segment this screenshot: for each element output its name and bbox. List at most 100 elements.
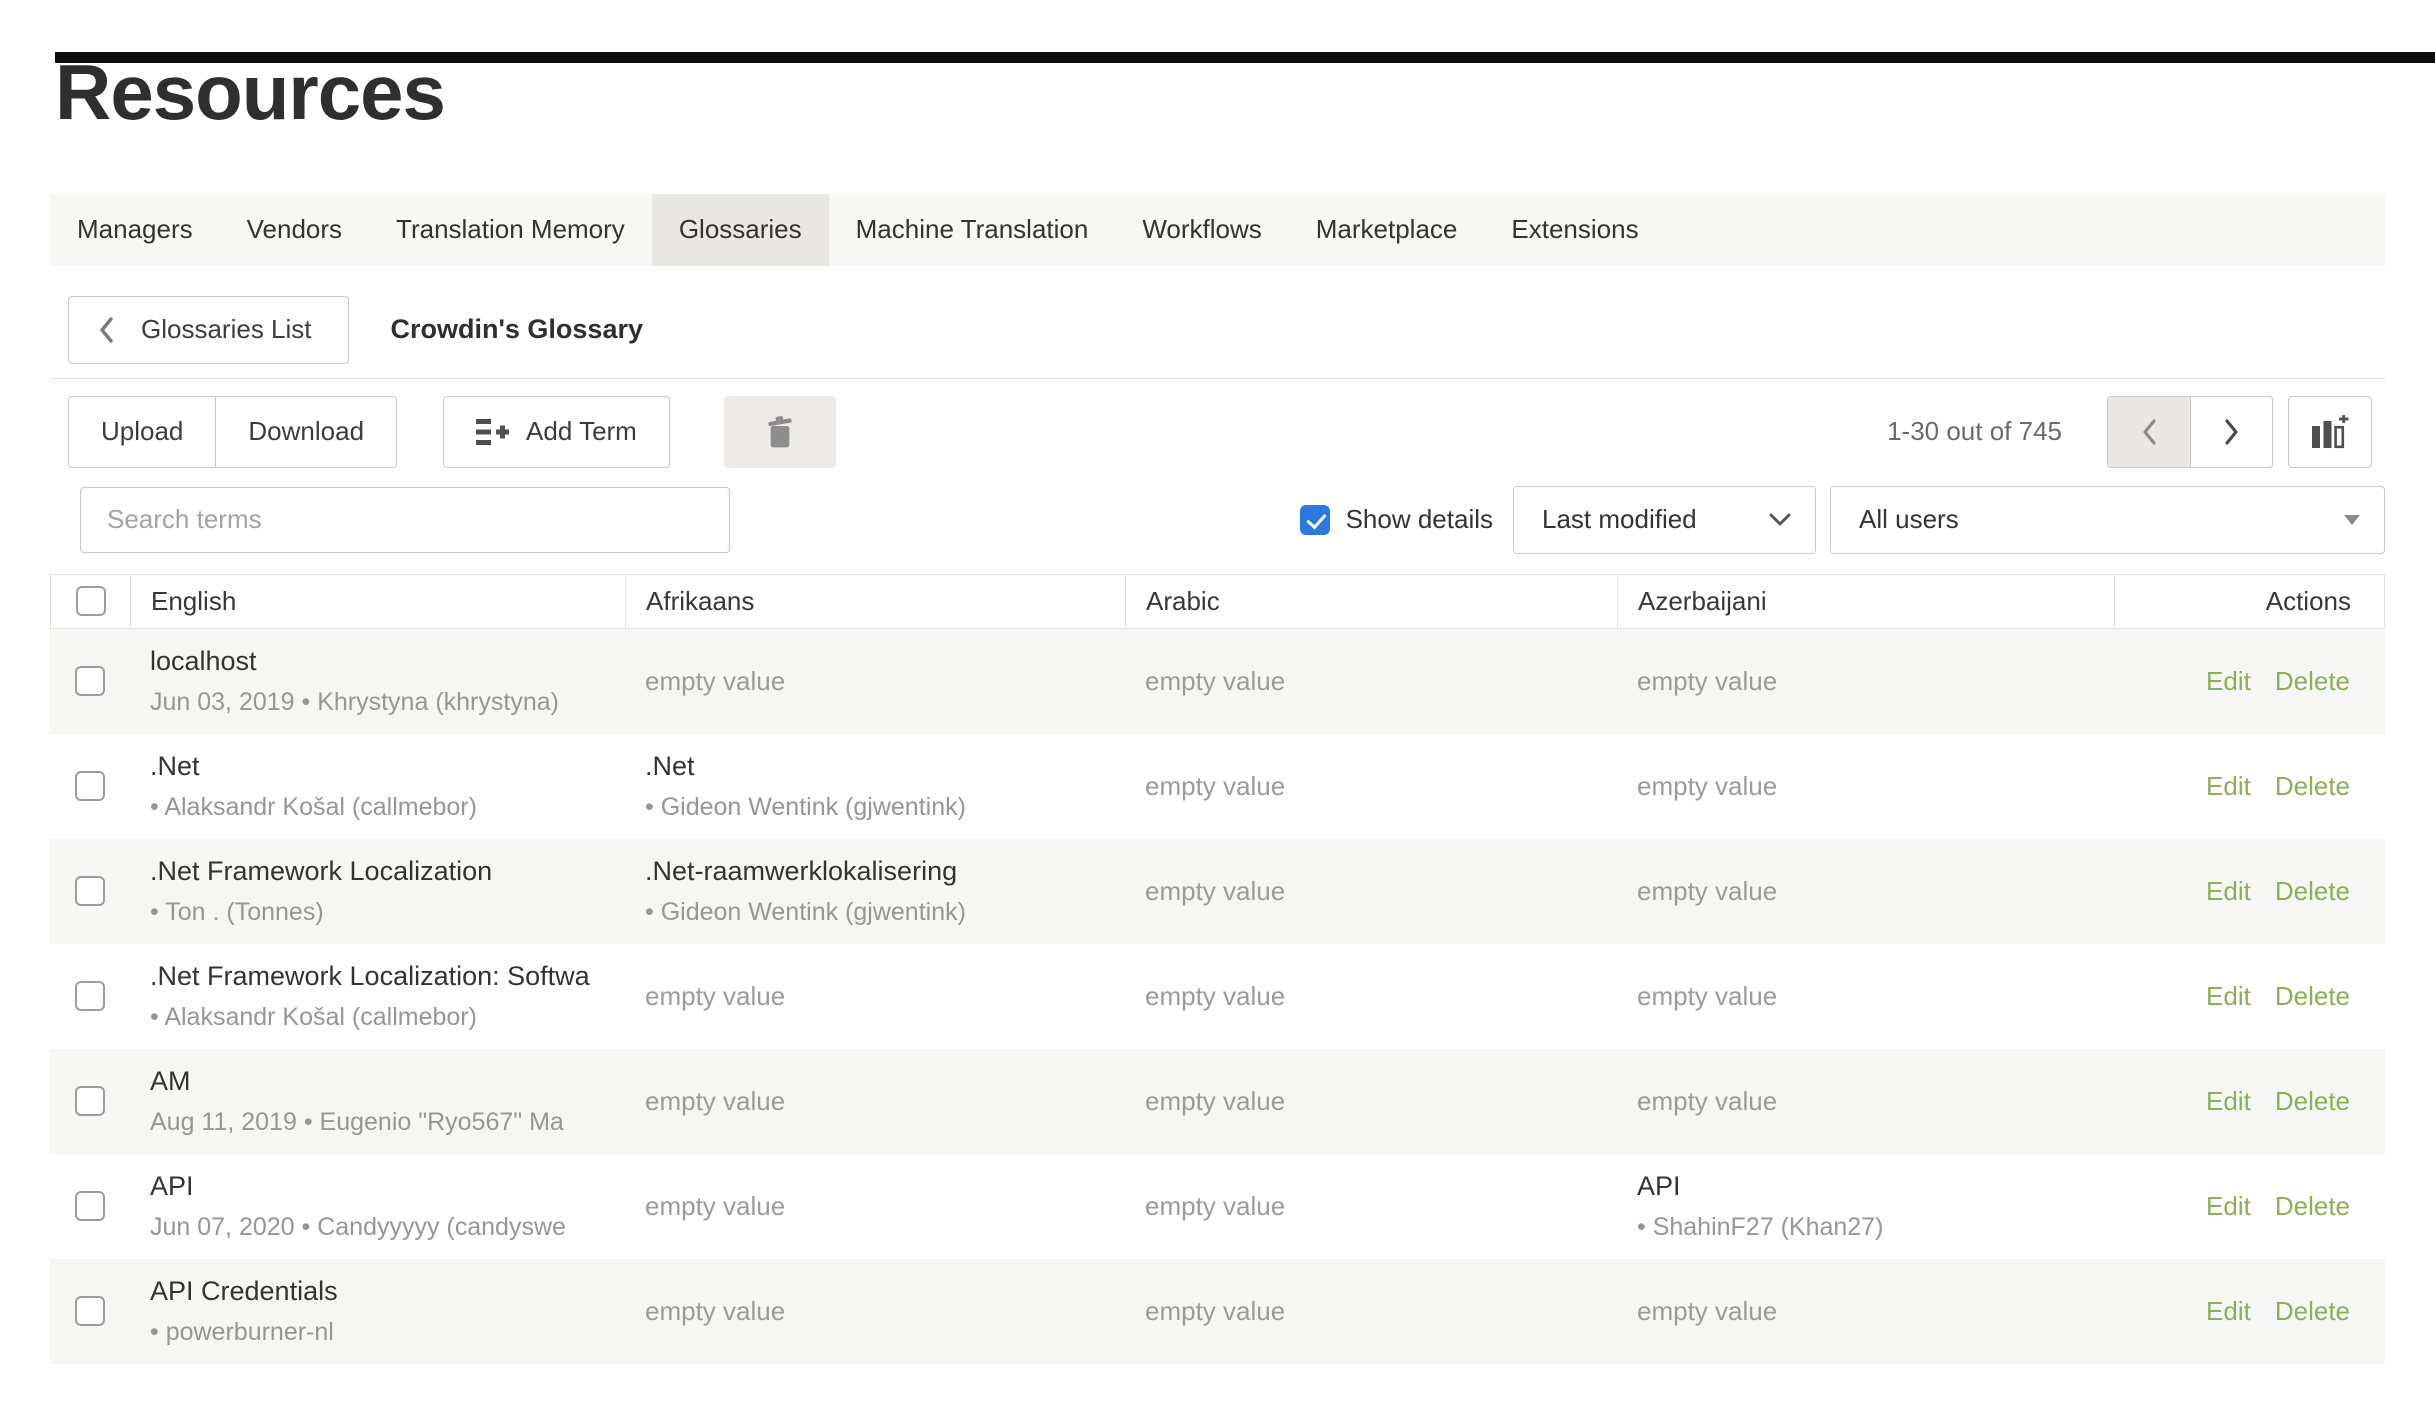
search-input[interactable] [80, 487, 730, 553]
term-meta: • Ton . (Tonnes) [150, 896, 619, 928]
delete-link[interactable]: Delete [2275, 771, 2350, 802]
delete-link[interactable]: Delete [2275, 666, 2350, 697]
tab-marketplace[interactable]: Marketplace [1289, 194, 1485, 266]
cell-azerbaijani: empty value [1617, 629, 2114, 734]
row-checkbox-cell [50, 734, 130, 839]
row-checkbox[interactable] [75, 1191, 105, 1221]
row-checkbox[interactable] [75, 771, 105, 801]
cell-afrikaans: empty value [625, 629, 1125, 734]
show-details-toggle[interactable]: Show details [1300, 504, 1493, 535]
row-checkbox[interactable] [75, 981, 105, 1011]
term-meta: • powerburner-nl [150, 1316, 619, 1348]
users-filter-select[interactable]: All users [1830, 486, 2385, 554]
term-text: localhost [150, 644, 619, 678]
cell-afrikaans: .Net• Gideon Wentink (gjwentink) [625, 734, 1125, 839]
cell-azerbaijani: empty value [1617, 839, 2114, 944]
edit-link[interactable]: Edit [2206, 981, 2251, 1012]
term-text: API Credentials [150, 1274, 619, 1308]
empty-value-label: empty value [1637, 771, 2108, 802]
row-checkbox[interactable] [75, 666, 105, 696]
filter-row: Show details Last modified All users [50, 486, 2385, 554]
tab-translation-memory[interactable]: Translation Memory [369, 194, 652, 266]
edit-link[interactable]: Edit [2206, 1191, 2251, 1222]
edit-link[interactable]: Edit [2206, 771, 2251, 802]
empty-value-label: empty value [645, 981, 1119, 1012]
page-container: Resources ManagersVendorsTranslation Mem… [0, 52, 2435, 1364]
row-checkbox[interactable] [75, 1086, 105, 1116]
next-page-button[interactable] [2190, 397, 2272, 467]
cell-arabic: empty value [1125, 1154, 1617, 1259]
glossary-header: Glossaries List Crowdin's Glossary [50, 296, 2385, 364]
edit-link[interactable]: Edit [2206, 876, 2251, 907]
edit-link[interactable]: Edit [2206, 1086, 2251, 1117]
row-actions: Edit Delete [2114, 944, 2385, 1049]
cell-english: APIJun 07, 2020 • Candyyyyy (candyswe [130, 1154, 625, 1259]
term-text: AM [150, 1064, 619, 1098]
table-body: localhost Jun 03, 2019 • Khrystyna (khrys… [50, 629, 2385, 1364]
tab-managers[interactable]: Managers [50, 194, 220, 266]
manage-columns-button[interactable] [2288, 396, 2372, 468]
top-black-bar [55, 52, 2435, 63]
tab-glossaries[interactable]: Glossaries [652, 194, 829, 266]
sort-select[interactable]: Last modified [1513, 486, 1816, 554]
table-row: localhost Jun 03, 2019 • Khrystyna (khrys… [50, 629, 2385, 734]
show-details-checkbox[interactable] [1300, 505, 1330, 535]
back-to-glossaries-button[interactable]: Glossaries List [68, 296, 349, 364]
users-selected-value: All users [1859, 504, 1959, 535]
add-list-icon [476, 418, 510, 446]
delete-link[interactable]: Delete [2275, 981, 2350, 1012]
chevron-right-icon [2224, 418, 2240, 446]
term-meta: • Gideon Wentink (gjwentink) [645, 791, 1119, 823]
row-actions: Edit Delete [2114, 734, 2385, 839]
term-meta: Jun 03, 2019 • Khrystyna (khrystyna) [150, 686, 619, 718]
download-button[interactable]: Download [215, 397, 396, 467]
row-actions: Edit Delete [2114, 1154, 2385, 1259]
cell-english: .Net Framework Localization • Ton . (Tonn… [130, 839, 625, 944]
delete-link[interactable]: Delete [2275, 1296, 2350, 1327]
row-checkbox[interactable] [75, 1296, 105, 1326]
term-meta: • Alaksandr Košal (callmebor) [150, 791, 619, 823]
row-checkbox-cell [50, 1049, 130, 1154]
empty-value-label: empty value [645, 1296, 1119, 1327]
edit-link[interactable]: Edit [2206, 1296, 2251, 1327]
tab-machine-translation[interactable]: Machine Translation [829, 194, 1116, 266]
term-text: .Net Framework Localization [150, 854, 619, 888]
row-actions: Edit Delete [2114, 839, 2385, 944]
cell-azerbaijani: empty value [1617, 1259, 2114, 1364]
column-header-actions: Actions [2115, 575, 2384, 628]
cell-afrikaans: empty value [625, 944, 1125, 1049]
table-row: AMAug 11, 2019 • Eugenio "Ryo567" Maempt… [50, 1049, 2385, 1154]
delete-selected-button[interactable] [724, 396, 836, 468]
caret-down-icon [2344, 515, 2360, 525]
cell-azerbaijani: API • ShahinF27 (Khan27) [1617, 1154, 2114, 1259]
prev-page-button[interactable] [2108, 397, 2190, 467]
tab-workflows[interactable]: Workflows [1115, 194, 1288, 266]
column-header-afrikaans: Afrikaans [626, 575, 1126, 628]
delete-link[interactable]: Delete [2275, 1086, 2350, 1117]
delete-link[interactable]: Delete [2275, 1191, 2350, 1222]
term-text: API [1637, 1169, 2108, 1203]
columns-icon [2311, 415, 2349, 449]
select-all-checkbox[interactable] [76, 586, 106, 616]
table-header-row: English Afrikaans Arabic Azerbaijani Act… [50, 574, 2385, 629]
term-text: API [150, 1169, 619, 1203]
row-checkbox-cell [50, 839, 130, 944]
column-header-arabic: Arabic [1126, 575, 1618, 628]
pagination [2107, 396, 2273, 468]
tab-extensions[interactable]: Extensions [1484, 194, 1665, 266]
tab-bar: ManagersVendorsTranslation MemoryGlossar… [50, 194, 2385, 266]
table-row: .Net• Alaksandr Košal (callmebor).Net• G… [50, 734, 2385, 839]
term-meta: • ShahinF27 (Khan27) [1637, 1211, 2108, 1243]
cell-afrikaans: empty value [625, 1154, 1125, 1259]
back-button-label: Glossaries List [141, 314, 312, 345]
table-row: API Credentials • powerburner-nl empty val… [50, 1259, 2385, 1364]
upload-button[interactable]: Upload [69, 397, 215, 467]
chevron-left-icon [97, 315, 115, 345]
row-checkbox[interactable] [75, 876, 105, 906]
page-title: Resources [55, 52, 2385, 134]
edit-link[interactable]: Edit [2206, 666, 2251, 697]
tab-vendors[interactable]: Vendors [220, 194, 369, 266]
row-checkbox-cell [50, 629, 130, 734]
add-term-button[interactable]: Add Term [443, 396, 670, 468]
delete-link[interactable]: Delete [2275, 876, 2350, 907]
